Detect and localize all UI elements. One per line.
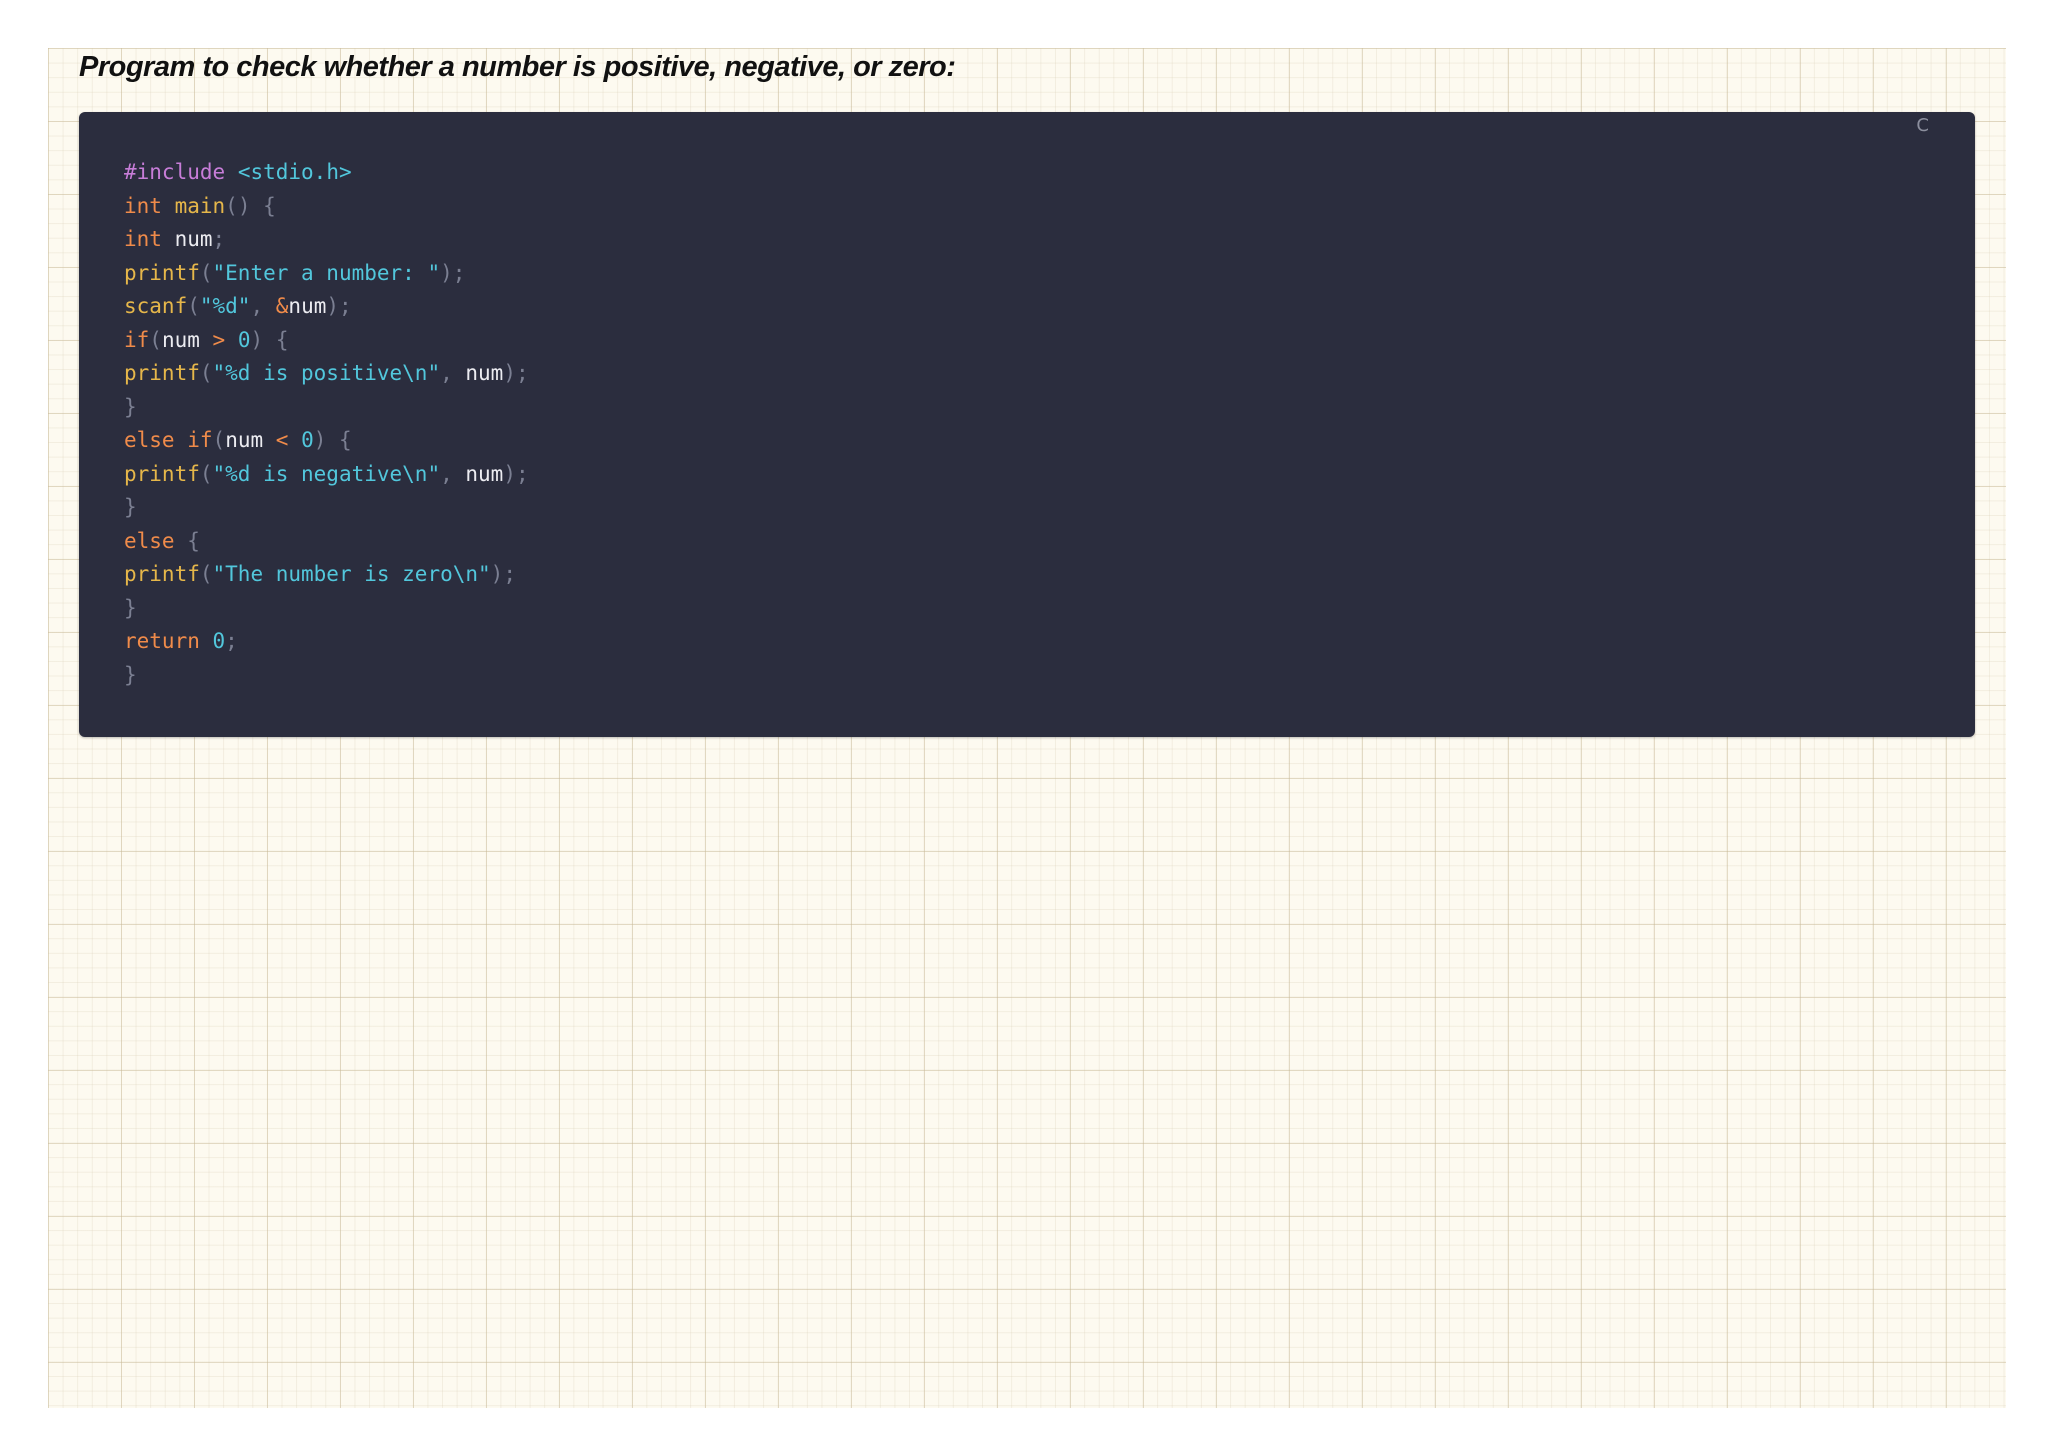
code-token: printf: [124, 361, 200, 385]
code-token: (): [225, 193, 251, 218]
code-line: return 0;: [124, 625, 529, 659]
code-token: );: [440, 260, 466, 285]
code-token: "%d is negative\n": [212, 461, 441, 486]
code-token: <: [275, 428, 289, 452]
code-token: printf: [124, 260, 200, 285]
code-token: (: [199, 562, 213, 586]
code-token: if: [187, 428, 213, 452]
code-token: ;: [225, 629, 238, 653]
code-token: }: [124, 595, 137, 620]
code-token: num: [452, 361, 504, 385]
code-token: <stdio.h>: [237, 160, 352, 184]
code-token: );: [503, 361, 529, 385]
code-content: #include <stdio.h> int main() {int num; pr…: [124, 156, 529, 692]
code-token: (: [187, 294, 200, 318]
code-block: C #include <stdio.h> int main() {int num;…: [79, 112, 1975, 737]
code-line: printf("%d is positive\n", num);: [124, 357, 529, 391]
code-token: &: [275, 294, 289, 318]
code-line: scanf("%d", &num);: [124, 290, 529, 324]
code-line: }: [124, 592, 529, 626]
code-line: else if(num < 0) {: [124, 424, 529, 458]
code-token: (: [212, 428, 226, 452]
code-token: );: [490, 562, 516, 586]
code-token: int: [124, 227, 162, 251]
code-line: }: [124, 659, 529, 693]
code-token: else: [124, 428, 175, 452]
code-token: {: [275, 327, 289, 352]
code-line: #include <stdio.h>: [124, 156, 529, 190]
code-line: }: [124, 391, 529, 425]
code-token: {: [339, 428, 352, 452]
code-token: {: [187, 528, 200, 553]
code-token: main: [174, 193, 226, 218]
code-line: printf("The number is zero\n");: [124, 558, 529, 592]
code-line: int main() {: [124, 190, 529, 224]
code-token: (: [199, 361, 213, 385]
code-token: "%d": [199, 294, 251, 318]
code-token: "%d is positive\n": [212, 361, 441, 385]
code-token: printf: [124, 461, 200, 486]
code-token: ,: [250, 294, 264, 318]
code-token: ): [250, 327, 264, 352]
grid-paper-page: Program to check whether a number is pos…: [48, 48, 2006, 1408]
code-line: int num;: [124, 223, 529, 257]
code-token: num: [288, 294, 327, 318]
code-token: }: [124, 662, 137, 687]
code-line: }: [124, 491, 529, 525]
code-token: }: [124, 394, 137, 419]
code-token: (: [199, 260, 213, 285]
code-token: );: [503, 461, 529, 486]
page-heading: Program to check whether a number is pos…: [79, 51, 956, 83]
code-token: (: [199, 461, 213, 486]
code-token: else: [124, 528, 175, 553]
code-token: int: [124, 193, 162, 218]
code-token: printf: [124, 562, 200, 586]
code-token: 0: [212, 629, 226, 653]
code-token: #include: [124, 160, 226, 184]
code-token: 0: [301, 428, 314, 452]
code-token: );: [326, 294, 352, 318]
code-token: ,: [440, 461, 453, 486]
code-token: (: [149, 327, 162, 352]
code-token: }: [124, 495, 137, 519]
code-token: num: [452, 461, 504, 486]
code-token: ): [313, 428, 327, 452]
code-token: num: [225, 428, 276, 452]
code-token: "The number is zero\n": [212, 562, 491, 586]
code-token: ;: [212, 227, 226, 251]
code-line: printf("%d is negative\n", num);: [124, 458, 529, 492]
code-token: scanf: [124, 294, 188, 318]
code-token: "Enter a number: ": [212, 260, 441, 285]
code-token: 0: [237, 327, 251, 352]
code-token: num: [161, 327, 213, 352]
code-token: >: [212, 327, 226, 352]
code-language-label: C: [1916, 115, 1929, 136]
code-token: if: [124, 327, 150, 352]
code-line: else {: [124, 525, 529, 559]
code-token: return: [124, 629, 200, 653]
code-token: ,: [440, 361, 453, 385]
code-token: {: [263, 193, 276, 218]
code-line: if(num > 0) {: [124, 324, 529, 358]
code-line: printf("Enter a number: ");: [124, 257, 529, 291]
code-token: num: [161, 227, 213, 251]
